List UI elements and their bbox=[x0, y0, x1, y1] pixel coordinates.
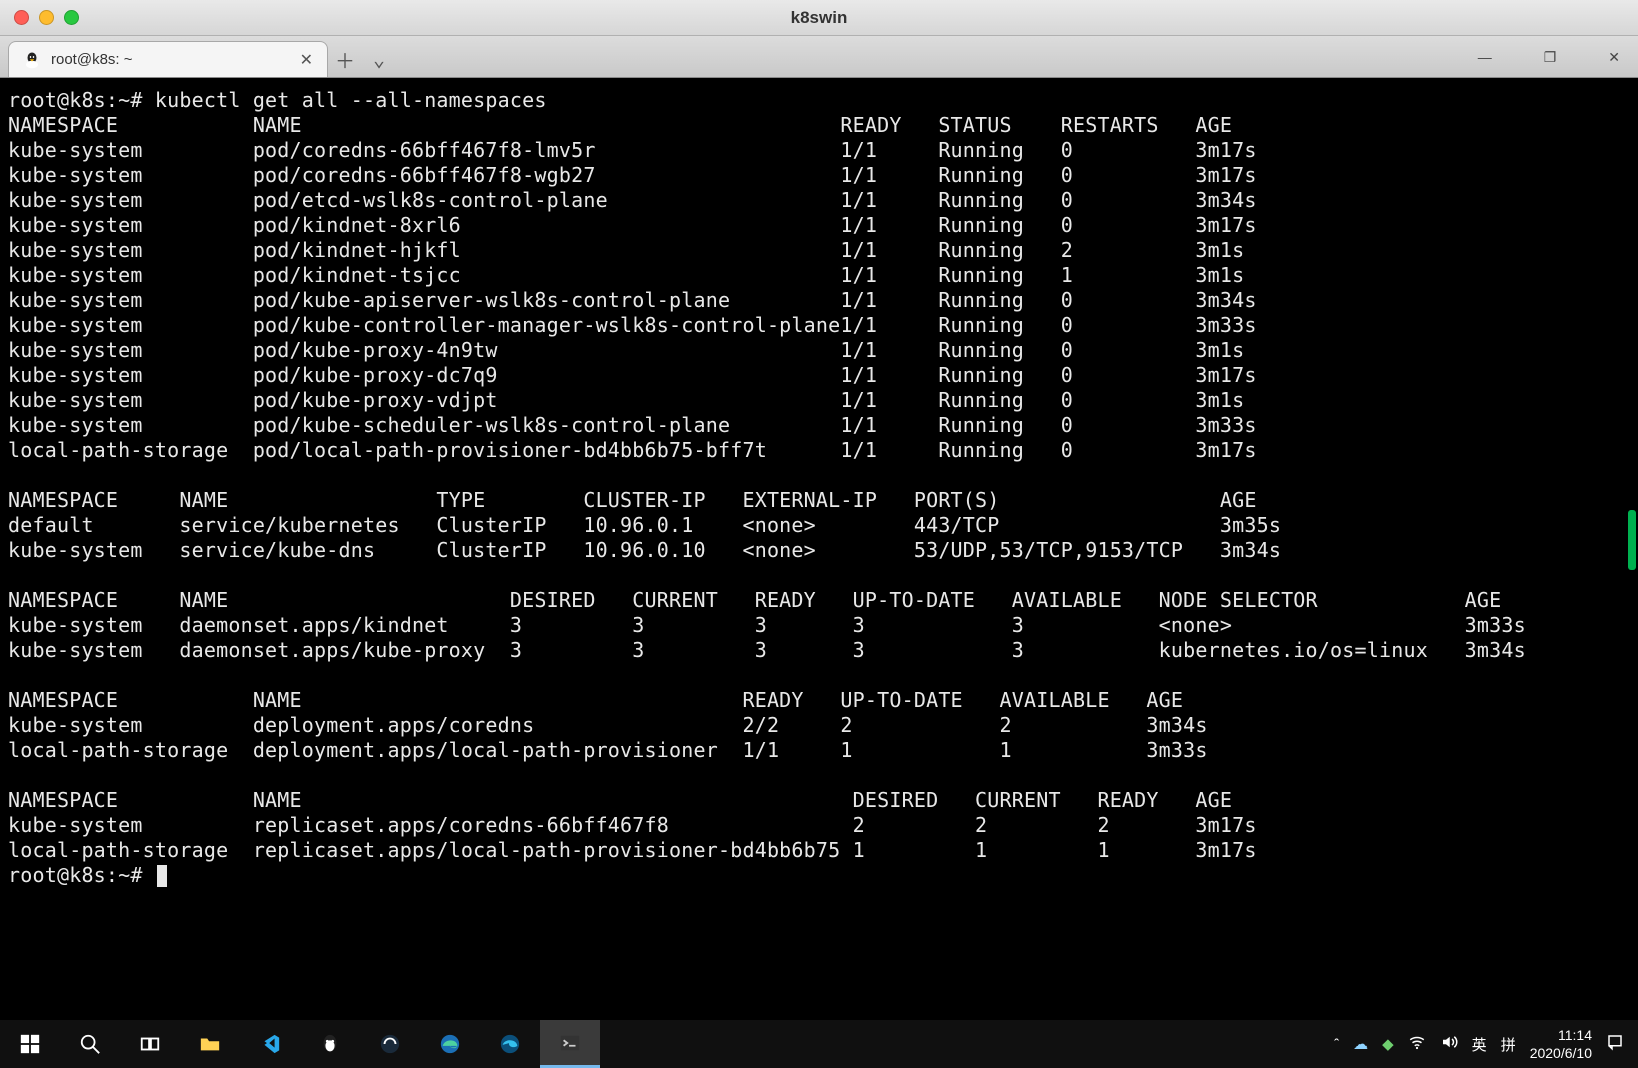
window-title: k8swin bbox=[0, 8, 1638, 28]
minimize-icon[interactable]: — bbox=[1468, 43, 1502, 71]
app-round-1-button[interactable] bbox=[360, 1020, 420, 1068]
window-controls: — ❐ ✕ bbox=[1468, 36, 1630, 78]
terminal-app-button[interactable] bbox=[540, 1020, 600, 1068]
clock-time: 11:14 bbox=[1530, 1026, 1592, 1044]
titlebar: k8swin bbox=[0, 0, 1638, 36]
ime-mode-indicator[interactable]: 拼 bbox=[1501, 1034, 1516, 1055]
vscode-button[interactable] bbox=[240, 1020, 300, 1068]
ime-lang-indicator[interactable]: 英 bbox=[1472, 1034, 1487, 1055]
volume-icon[interactable] bbox=[1440, 1033, 1458, 1055]
search-button[interactable] bbox=[60, 1020, 120, 1068]
close-icon[interactable]: ✕ bbox=[1598, 43, 1630, 72]
scrollbar-thumb[interactable] bbox=[1628, 510, 1636, 570]
start-button[interactable] bbox=[0, 1020, 60, 1068]
tab-dropdown-button[interactable]: ⌄ bbox=[362, 41, 396, 77]
clock[interactable]: 11:14 2020/6/10 bbox=[1530, 1026, 1592, 1062]
tray-chevron-up-icon[interactable]: ˆ bbox=[1334, 1036, 1339, 1053]
task-view-button[interactable] bbox=[120, 1020, 180, 1068]
wifi-icon[interactable] bbox=[1408, 1033, 1426, 1055]
traffic-lights bbox=[14, 10, 79, 25]
notifications-icon[interactable] bbox=[1606, 1033, 1624, 1055]
clock-date: 2020/6/10 bbox=[1530, 1044, 1592, 1062]
restore-icon[interactable]: ❐ bbox=[1534, 43, 1567, 72]
tux-icon bbox=[23, 51, 41, 69]
system-tray: ˆ ☁ ◆ 英 拼 11:14 2020/6/10 bbox=[1334, 1026, 1638, 1062]
edge-dev-button[interactable] bbox=[480, 1020, 540, 1068]
edge-button[interactable] bbox=[420, 1020, 480, 1068]
file-explorer-button[interactable] bbox=[180, 1020, 240, 1068]
close-window-button[interactable] bbox=[14, 10, 29, 25]
tab-close-button[interactable]: ✕ bbox=[300, 50, 313, 70]
tab-label: root@k8s: ~ bbox=[51, 51, 290, 68]
taskbar: ˆ ☁ ◆ 英 拼 11:14 2020/6/10 bbox=[0, 1020, 1638, 1068]
maximize-window-button[interactable] bbox=[64, 10, 79, 25]
security-icon[interactable]: ◆ bbox=[1382, 1035, 1394, 1053]
new-tab-button[interactable]: ＋ bbox=[328, 41, 362, 77]
text-cursor bbox=[157, 865, 167, 887]
qq-button[interactable] bbox=[300, 1020, 360, 1068]
tab-strip: root@k8s: ~ ✕ ＋ ⌄ — ❐ ✕ bbox=[0, 36, 1638, 78]
terminal-content[interactable]: root@k8s:~# kubectl get all --all-namesp… bbox=[0, 78, 1638, 1020]
minimize-window-button[interactable] bbox=[39, 10, 54, 25]
terminal-tab[interactable]: root@k8s: ~ ✕ bbox=[8, 41, 328, 77]
onedrive-icon[interactable]: ☁ bbox=[1353, 1035, 1368, 1053]
